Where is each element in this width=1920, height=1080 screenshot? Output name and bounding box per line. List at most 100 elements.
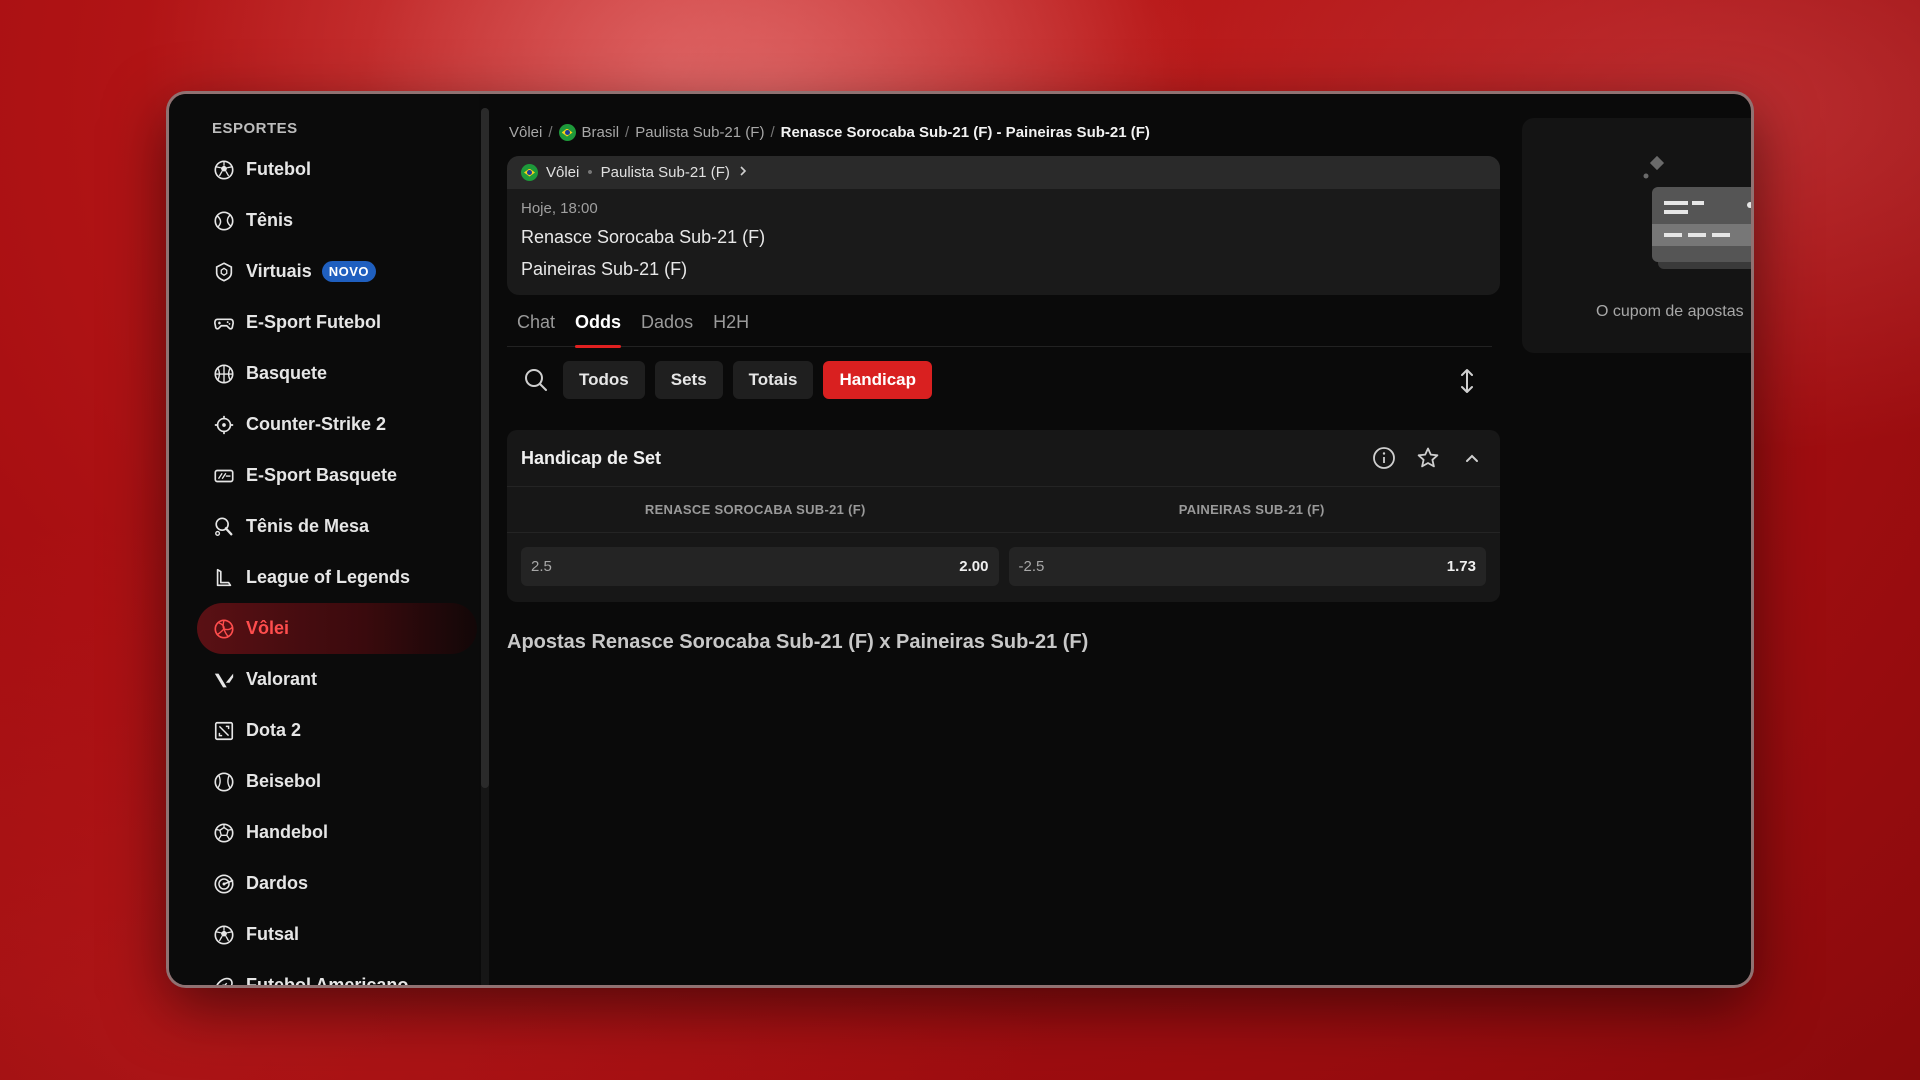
match-time: Hoje, 18:00 <box>521 200 598 217</box>
match-league: Paulista Sub-21 (F) <box>600 164 730 181</box>
market-header[interactable]: Handicap de Set <box>507 430 1500 487</box>
sidebar-item-e-sport-futebol[interactable]: E-Sport Futebol <box>197 297 477 348</box>
sidebar-item-label: Basquete <box>246 363 328 383</box>
dota-icon <box>212 719 236 743</box>
gamepad-icon <box>212 311 236 335</box>
betslip-panel: O cupom de apostas <box>1522 118 1751 353</box>
filter-chip-todos[interactable]: Todos <box>563 361 645 399</box>
sidebar-item-label: Futsal <box>246 924 300 944</box>
sidebar-item-virtuais[interactable]: Virtuais NOVO <box>197 246 477 297</box>
chevron-up-icon[interactable] <box>1458 444 1486 472</box>
futsal-icon <box>212 923 236 947</box>
esport-basketball-icon <box>212 464 236 488</box>
breadcrumb-separator: / <box>770 124 775 141</box>
tab-h2h[interactable]: H2H <box>713 309 749 347</box>
table-tennis-icon <box>212 515 236 539</box>
sidebar-item-dardos[interactable]: Dardos <box>197 858 477 909</box>
handball-icon <box>212 821 236 845</box>
market-filter-bar: Todos Sets Totais Handicap <box>507 360 1500 400</box>
filter-chip-totais[interactable]: Totais <box>732 361 814 399</box>
odd-price: 1.73 <box>1446 558 1476 575</box>
filter-chip-handicap[interactable]: Handicap <box>823 361 932 399</box>
breadcrumb: Vôlei / Brasil / Paulista Sub-21 (F) / R… <box>509 124 1150 141</box>
market-actions <box>1370 444 1486 472</box>
odd-line: 2.5 <box>531 558 552 575</box>
app-window: ESPORTES Futebol Tênis Virtuais NOVO E-Sport… <box>166 91 1754 988</box>
sidebar-item-label: Handebol <box>246 822 329 842</box>
sidebar-item-label: Vôlei <box>246 618 290 638</box>
match-league-link[interactable]: Vôlei • Paulista Sub-21 (F) <box>507 156 1500 189</box>
sidebar-item-basquete[interactable]: Basquete <box>197 348 477 399</box>
soccer-ball-icon <box>212 158 236 182</box>
team-home: Renasce Sorocaba Sub-21 (F) <box>521 227 766 247</box>
volleyball-icon <box>212 617 236 641</box>
filter-chip-sets[interactable]: Sets <box>654 361 723 399</box>
breadcrumb-match: Renasce Sorocaba Sub-21 (F) - Paineiras … <box>780 124 1150 141</box>
tab-dados[interactable]: Dados <box>641 309 693 347</box>
breadcrumb-separator: / <box>625 124 630 141</box>
filter-chips: Todos Sets Totais Handicap <box>563 361 942 399</box>
brazil-flag-icon <box>521 164 538 181</box>
match-tabs: Chat Odds Dados H2H <box>507 309 1492 348</box>
market-columns: RENASCE SOROCABA SUB-21 (F) PAINEIRAS SU… <box>507 487 1500 533</box>
odd-price: 2.00 <box>959 558 989 575</box>
odd-button-away[interactable]: -2.5 1.73 <box>1008 547 1486 586</box>
search-icon[interactable] <box>521 365 551 395</box>
breadcrumb-country[interactable]: Brasil <box>582 124 620 141</box>
sidebar-item-label: Futebol <box>246 159 311 179</box>
sidebar-item-label: Virtuais <box>246 261 312 281</box>
odd-button-home[interactable]: 2.5 2.00 <box>521 547 999 586</box>
sidebar-item-label: E-Sport Futebol <box>246 312 381 332</box>
sidebar-item-futebol[interactable]: Futebol <box>197 144 477 195</box>
lol-icon <box>212 566 236 590</box>
empty-betslip-illustration <box>1642 154 1751 274</box>
sidebar-item-label: Dardos <box>246 873 309 893</box>
team-away: Paineiras Sub-21 (F) <box>521 259 688 279</box>
sidebar-heading: ESPORTES <box>212 120 298 137</box>
crosshair-icon <box>212 413 236 437</box>
sidebar-item-futebol-americano[interactable]: Futebol Americano <box>197 960 477 985</box>
brazil-flag-icon <box>558 124 576 141</box>
info-icon[interactable] <box>1370 444 1398 472</box>
sports-sidebar: ESPORTES Futebol Tênis Virtuais NOVO E-Sport… <box>169 94 479 985</box>
column-team-away: PAINEIRAS SUB-21 (F) <box>1178 502 1325 517</box>
sidebar-item-handebol[interactable]: Handebol <box>197 807 477 858</box>
new-badge: NOVO <box>321 261 376 282</box>
odds-row: 2.5 2.00 -2.5 1.73 <box>507 533 1500 586</box>
match-sport: Vôlei <box>546 164 580 181</box>
sidebar-item-t-nis[interactable]: Tênis <box>197 195 477 246</box>
tab-odds[interactable]: Odds <box>575 309 622 348</box>
sidebar-item-futsal[interactable]: Futsal <box>197 909 477 960</box>
sidebar-item-label: Valorant <box>246 669 318 689</box>
darts-icon <box>212 872 236 896</box>
expand-collapse-all-icon[interactable] <box>1454 366 1480 396</box>
valorant-icon <box>212 668 236 692</box>
baseball-icon <box>212 770 236 794</box>
column-team-home: RENASCE SOROCABA SUB-21 (F) <box>644 502 866 517</box>
sidebar-item-t-nis-de-mesa[interactable]: Tênis de Mesa <box>197 501 477 552</box>
breadcrumb-sport[interactable]: Vôlei <box>509 124 542 141</box>
sidebar-scrollbar[interactable] <box>481 108 489 788</box>
virtual-shield-icon <box>212 260 236 284</box>
sidebar-item-label: Dota 2 <box>246 720 302 740</box>
sidebar-item-e-sport-basquete[interactable]: E-Sport Basquete <box>197 450 477 501</box>
breadcrumb-league[interactable]: Paulista Sub-21 (F) <box>635 124 764 141</box>
sidebar-item-label: E-Sport Basquete <box>246 465 398 485</box>
basketball-icon <box>212 362 236 386</box>
sidebar-item-valorant[interactable]: Valorant <box>197 654 477 705</box>
sidebar-item-v-lei[interactable]: Vôlei <box>197 603 477 654</box>
market-handicap-set: Handicap de Set RENASCE SOROCABA SUB-21 … <box>507 430 1500 602</box>
sidebar-item-league-of-legends[interactable]: League of Legends <box>197 552 477 603</box>
breadcrumb-separator: / <box>548 124 553 141</box>
sidebar-item-label: Tênis de Mesa <box>246 516 370 536</box>
star-favorite-icon[interactable] <box>1414 444 1442 472</box>
tab-chat[interactable]: Chat <box>517 309 555 347</box>
bets-section-title: Apostas Renasce Sorocaba Sub-21 (F) x Pa… <box>507 631 1089 653</box>
betslip-empty-text: O cupom de apostas <box>1596 303 1744 320</box>
sidebar-item-beisebol[interactable]: Beisebol <box>197 756 477 807</box>
sidebar-item-dota-2[interactable]: Dota 2 <box>197 705 477 756</box>
main-content: Vôlei / Brasil / Paulista Sub-21 (F) / R… <box>507 94 1502 985</box>
sidebar-item-counter-strike-2[interactable]: Counter-Strike 2 <box>197 399 477 450</box>
american-football-icon <box>212 974 236 985</box>
tennis-ball-icon <box>212 209 236 233</box>
